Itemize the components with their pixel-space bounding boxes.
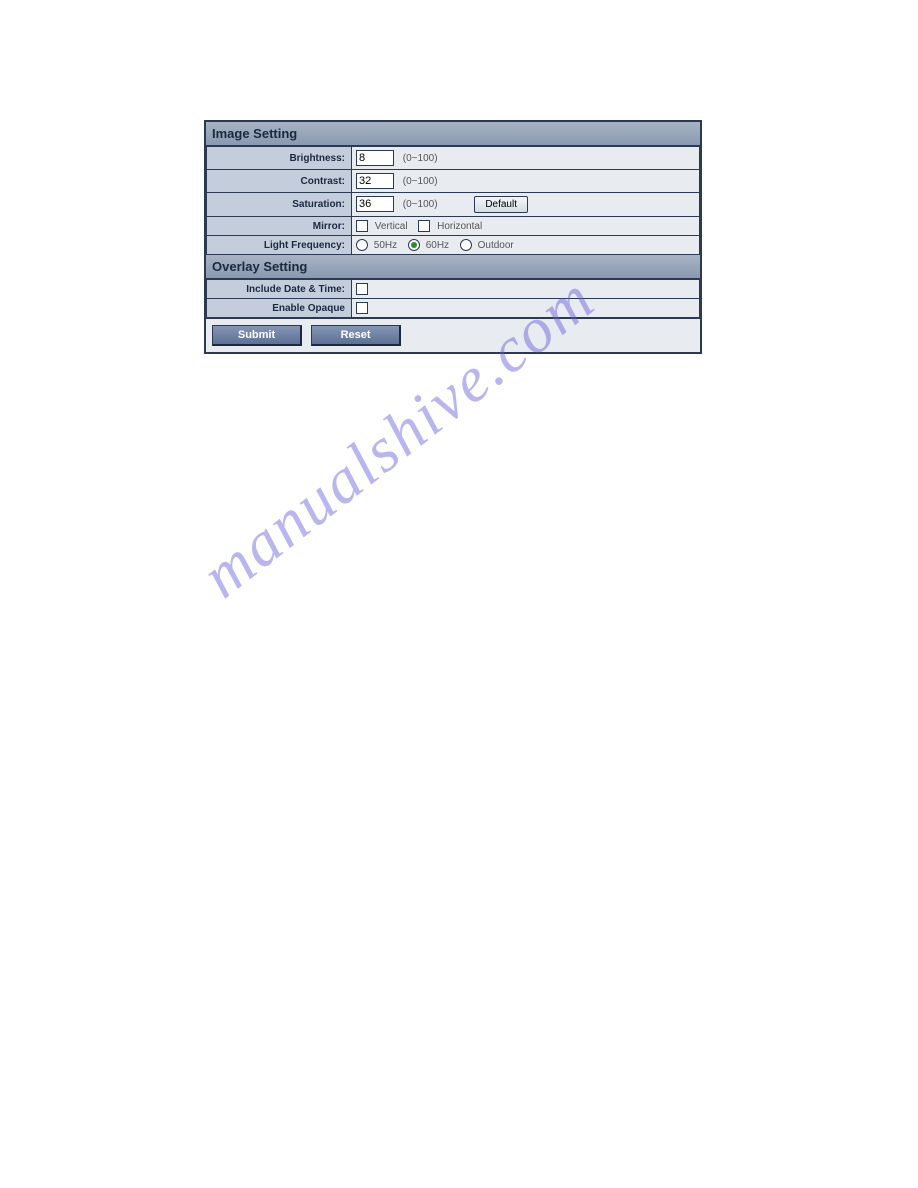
datetime-label: Include Date & Time: (207, 280, 352, 299)
opaque-row: Enable Opaque (207, 299, 700, 318)
mirror-vertical-label: Vertical (375, 221, 408, 232)
saturation-label: Saturation: (207, 193, 352, 217)
mirror-horizontal-checkbox[interactable] (418, 220, 430, 232)
mirror-horizontal-label: Horizontal (437, 221, 482, 232)
datetime-checkbox[interactable] (356, 283, 368, 295)
submit-button[interactable]: Submit (212, 325, 302, 346)
brightness-cell: (0~100) (352, 147, 700, 170)
saturation-input[interactable] (356, 196, 394, 212)
opaque-cell (352, 299, 700, 318)
mirror-cell: Vertical Horizontal (352, 217, 700, 236)
brightness-input[interactable] (356, 150, 394, 166)
contrast-label: Contrast: (207, 170, 352, 193)
opaque-label: Enable Opaque (207, 299, 352, 318)
mirror-label: Mirror: (207, 217, 352, 236)
datetime-row: Include Date & Time: (207, 280, 700, 299)
default-button[interactable]: Default (474, 196, 528, 213)
lightfreq-cell: 50Hz 60Hz Outdoor (352, 236, 700, 255)
contrast-cell: (0~100) (352, 170, 700, 193)
contrast-hint: (0~100) (403, 176, 438, 187)
settings-panel: Image Setting Brightness: (0~100) Contra… (204, 120, 702, 354)
reset-button[interactable]: Reset (311, 325, 401, 346)
brightness-label: Brightness: (207, 147, 352, 170)
saturation-cell: (0~100) Default (352, 193, 700, 217)
lightfreq-outdoor-radio[interactable] (460, 239, 472, 251)
opaque-checkbox[interactable] (356, 302, 368, 314)
mirror-vertical-checkbox[interactable] (356, 220, 368, 232)
brightness-row: Brightness: (0~100) (207, 147, 700, 170)
lightfreq-outdoor-label: Outdoor (478, 240, 514, 251)
mirror-row: Mirror: Vertical Horizontal (207, 217, 700, 236)
saturation-row: Saturation: (0~100) Default (207, 193, 700, 217)
button-row: Submit Reset (206, 318, 700, 352)
image-setting-table: Brightness: (0~100) Contrast: (0~100) Sa… (206, 146, 700, 255)
image-setting-header: Image Setting (206, 122, 700, 146)
lightfreq-row: Light Frequency: 50Hz 60Hz Outdoor (207, 236, 700, 255)
contrast-row: Contrast: (0~100) (207, 170, 700, 193)
contrast-input[interactable] (356, 173, 394, 189)
lightfreq-60hz-radio[interactable] (408, 239, 420, 251)
overlay-setting-table: Include Date & Time: Enable Opaque (206, 279, 700, 318)
lightfreq-60hz-label: 60Hz (426, 240, 449, 251)
lightfreq-label: Light Frequency: (207, 236, 352, 255)
lightfreq-50hz-label: 50Hz (374, 240, 397, 251)
brightness-hint: (0~100) (403, 153, 438, 164)
datetime-cell (352, 280, 700, 299)
overlay-setting-header: Overlay Setting (206, 255, 700, 279)
saturation-hint: (0~100) (403, 199, 438, 210)
lightfreq-50hz-radio[interactable] (356, 239, 368, 251)
